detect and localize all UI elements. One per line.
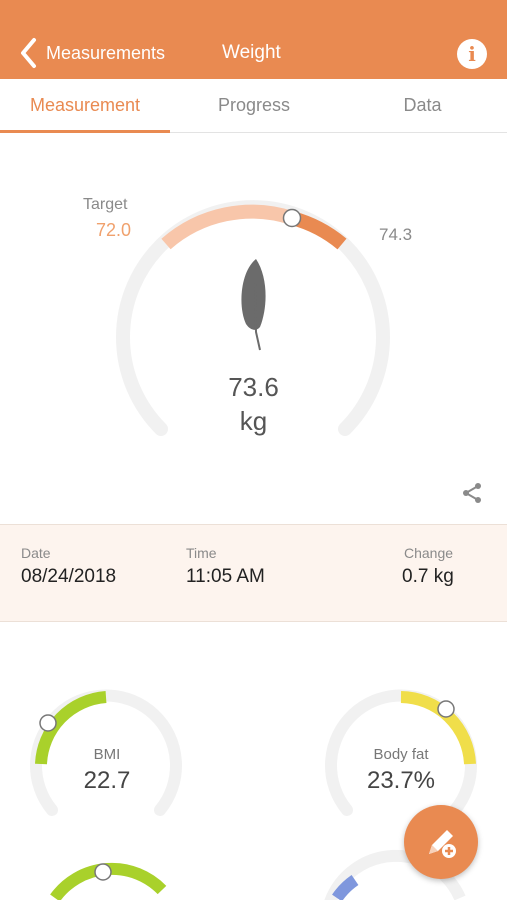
time-label: Time xyxy=(186,545,217,561)
target-value: 72.0 xyxy=(96,220,132,240)
info-button[interactable]: i xyxy=(457,39,487,69)
chevron-left-icon xyxy=(21,38,36,68)
tab-measurement[interactable]: Measurement xyxy=(0,79,170,133)
target-label: Target xyxy=(83,196,128,213)
change-label: Change xyxy=(404,545,454,561)
measurement-details: Date 08/24/2018 Time 11:05 AM Change 0.7… xyxy=(0,524,507,622)
back-label: Measurements xyxy=(46,42,166,63)
weight-value: 73.6 xyxy=(228,372,279,402)
bmi-marker xyxy=(39,714,57,732)
tab-data[interactable]: Data xyxy=(338,79,507,132)
app-header: Measurements Weight i xyxy=(0,0,507,79)
date-value: 08/24/2018 xyxy=(21,566,117,587)
gauge-marker[interactable] xyxy=(282,208,302,228)
date-label: Date xyxy=(21,545,51,561)
weight-unit: kg xyxy=(239,406,268,436)
time-value: 11:05 AM xyxy=(186,566,265,587)
bmi-label: BMI xyxy=(93,746,121,763)
tab-progress[interactable]: Progress xyxy=(170,79,338,132)
body-fat-value: 23.7% xyxy=(366,767,436,794)
tab-bar: Measurement Progress Data xyxy=(0,79,507,133)
bmi-value: 22.7 xyxy=(83,767,131,794)
back-button[interactable]: Measurements xyxy=(18,36,165,70)
muscle-marker xyxy=(94,863,112,881)
gauge-target-arc xyxy=(161,204,295,250)
body-fat-label: Body fat xyxy=(373,746,429,763)
change-value: 0.7 kg xyxy=(402,566,454,587)
add-measurement-button[interactable] xyxy=(404,805,478,879)
share-icon[interactable] xyxy=(460,481,484,505)
gauge-max-value: 74.3 xyxy=(379,225,413,244)
feather-icon xyxy=(241,259,266,351)
info-icon: i xyxy=(468,42,476,66)
page-title: Weight xyxy=(222,42,281,63)
edit-add-icon xyxy=(429,830,456,858)
muscle-gauge[interactable] xyxy=(50,862,167,900)
body-fat-marker xyxy=(437,700,455,718)
